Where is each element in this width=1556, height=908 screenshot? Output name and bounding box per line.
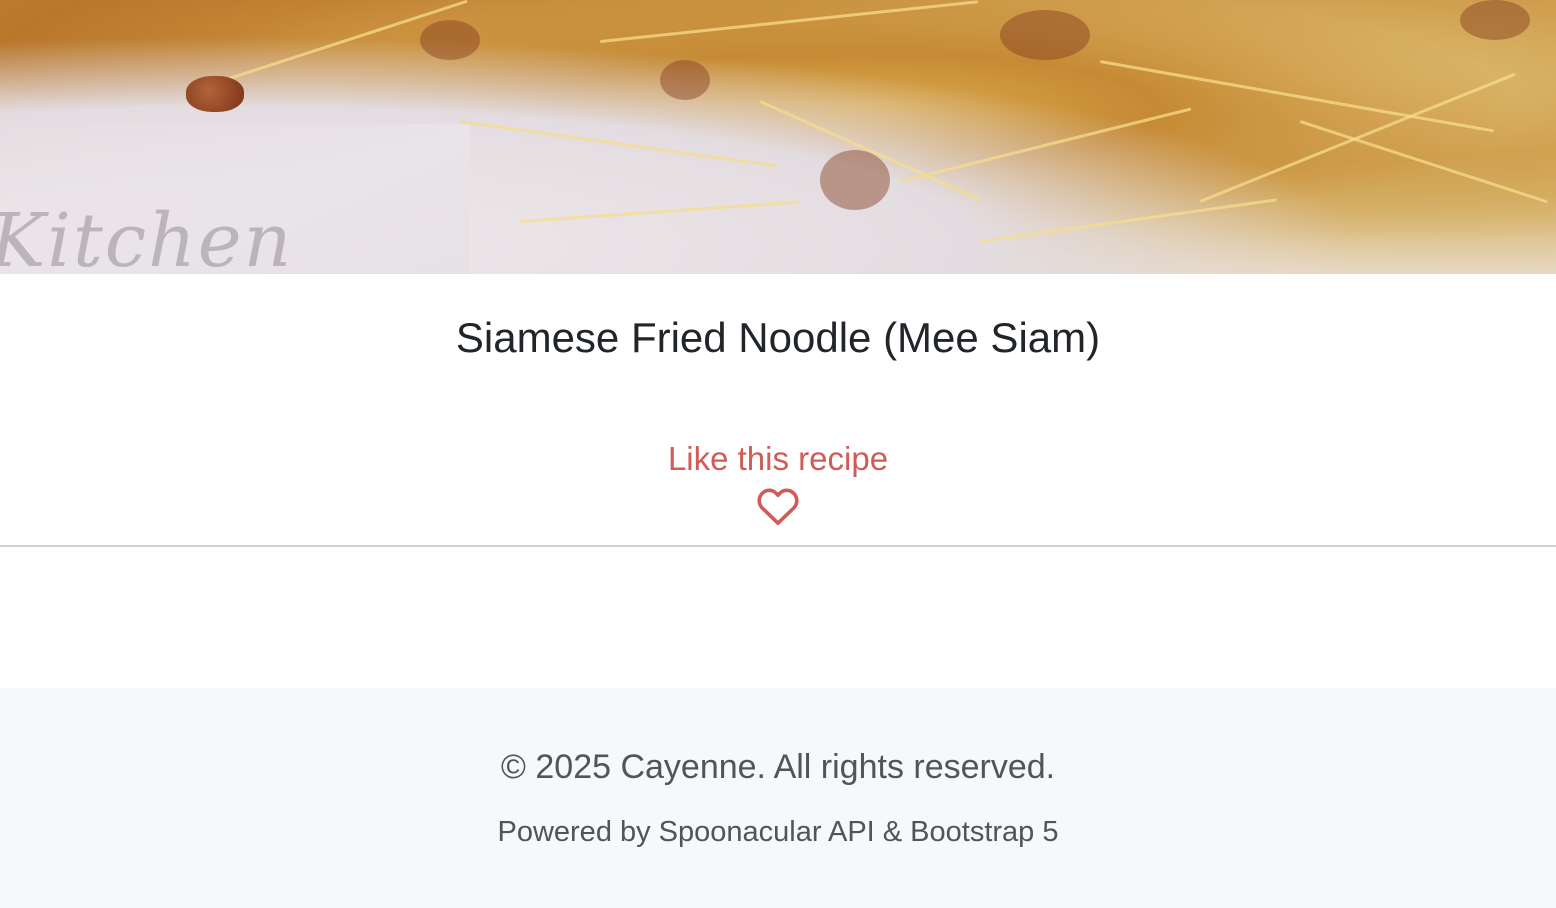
recipe-image: Kitchen xyxy=(0,0,1556,274)
section-divider xyxy=(0,545,1556,547)
footer: © 2025 Cayenne. All rights reserved. Pow… xyxy=(0,688,1556,908)
like-recipe-label: Like this recipe xyxy=(667,440,889,477)
like-recipe-section: Like this recipe xyxy=(0,436,1556,531)
footer-powered-by: Powered by Spoonacular API & Bootstrap 5 xyxy=(497,816,1059,848)
recipe-title: Siamese Fried Noodle (Mee Siam) xyxy=(455,314,1101,361)
heart-icon[interactable] xyxy=(755,486,801,526)
food-garnish xyxy=(186,76,244,112)
recipe-page: Kitchen Siamese Fried Noodle (Mee Siam) … xyxy=(0,0,1556,908)
image-watermark: Kitchen xyxy=(0,198,294,274)
footer-copyright: © 2025 Cayenne. All rights reserved. xyxy=(500,748,1056,786)
